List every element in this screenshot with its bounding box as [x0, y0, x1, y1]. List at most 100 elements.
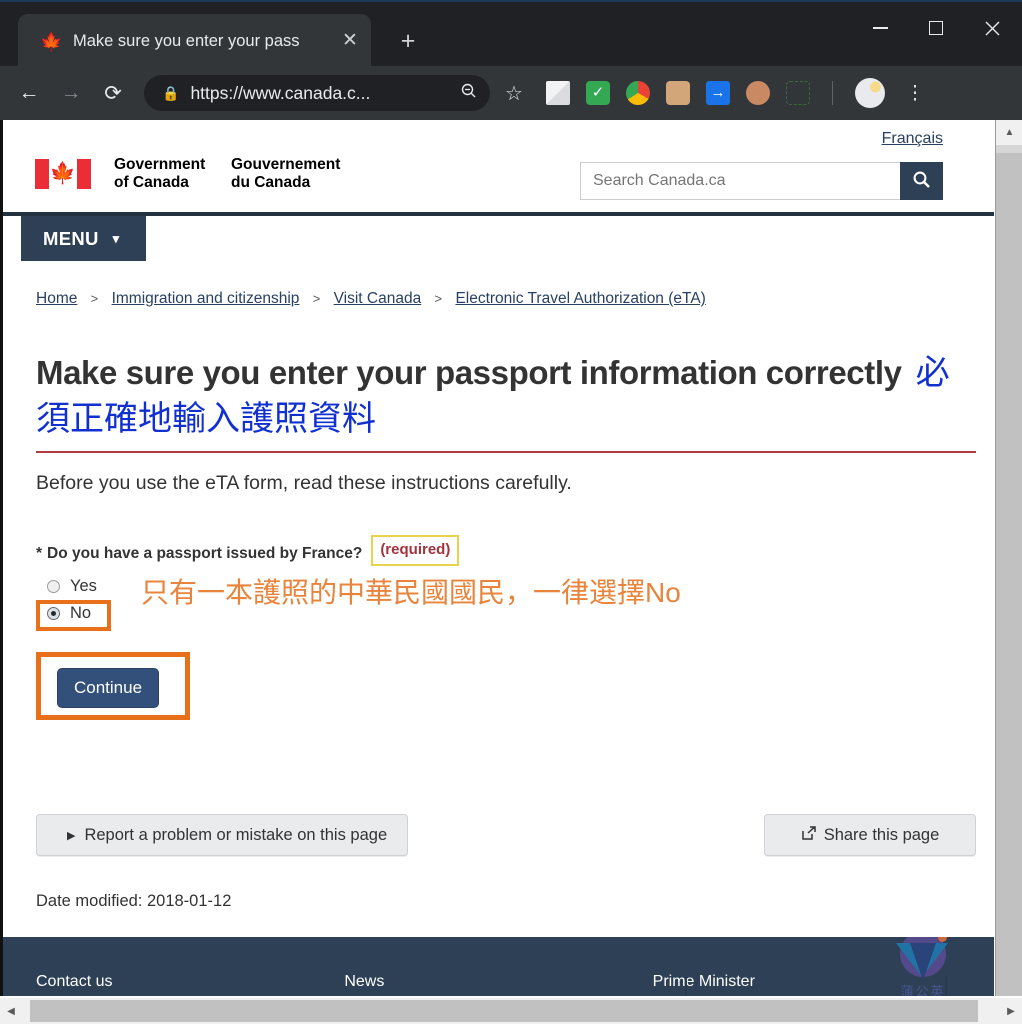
chrome-profile-extension-icon[interactable]: [626, 81, 650, 105]
docs-extension-icon[interactable]: [546, 81, 570, 105]
minimize-icon: [872, 27, 888, 29]
wordmark-fr-line1: Gouvernement: [231, 156, 341, 173]
scroll-up-button[interactable]: ▲: [996, 120, 1022, 145]
wordmark-fr-line2: du Canada: [231, 174, 311, 191]
page-lede: Before you use the eTA form, read these …: [36, 472, 572, 494]
passport-question-block: * Do you have a passport issued by Franc…: [36, 535, 961, 720]
share-icon: [801, 825, 816, 845]
x-icon: [985, 21, 999, 35]
watermark-logo: 蒲公英: [886, 937, 960, 998]
scroll-left-button[interactable]: ◀: [0, 998, 22, 1024]
browser-window: 🍁 Make sure you enter your pass ✕ + ← → …: [0, 0, 1022, 1024]
question-text: Do you have a passport issued by France?: [47, 544, 363, 562]
share-page-label: Share this page: [823, 825, 940, 844]
radio-group: Yes No 只有一本護照的中華民國國民，一律選擇No: [36, 575, 961, 631]
reload-button[interactable]: ⟳: [94, 74, 132, 112]
new-tab-button[interactable]: +: [392, 26, 424, 58]
window-close-button[interactable]: [964, 2, 1020, 54]
language-toggle-link[interactable]: Français: [882, 130, 943, 148]
export-extension-icon[interactable]: →: [706, 81, 730, 105]
radio-no-icon[interactable]: [47, 606, 60, 620]
close-icon[interactable]: ✕: [339, 30, 361, 52]
page-title-text: Make sure you enter your passport inform…: [36, 354, 902, 391]
wordmark-text: Government of Canada Gouvernement du Can…: [114, 156, 340, 192]
lock-icon: 🔒: [162, 84, 180, 101]
site-footer: 蒲公英 Contact us Departments and agencies …: [3, 937, 994, 998]
radio-yes-label: Yes: [70, 576, 97, 595]
breadcrumb-separator: >: [90, 291, 99, 306]
mail-extension-icon[interactable]: ✓: [586, 81, 610, 105]
breadcrumb-item-visit-canada[interactable]: Visit Canada: [334, 290, 422, 307]
face-extension-icon[interactable]: [746, 81, 770, 105]
scroll-right-button[interactable]: ▶: [1000, 998, 1022, 1024]
search-input[interactable]: [580, 162, 900, 200]
wordmark-en-line2: of Canada: [114, 174, 189, 191]
menu-button-label: MENU: [43, 227, 99, 249]
main-content: Make sure you enter your passport inform…: [3, 350, 994, 911]
toolbar-divider: [832, 81, 833, 105]
date-modified: Date modified: 2018-01-12: [36, 892, 232, 910]
footer-link-contact-us[interactable]: Contact us: [36, 973, 344, 991]
breadcrumb-separator: >: [434, 291, 443, 306]
radio-cjk-annotation: 只有一本護照的中華民國國民，一律選擇No: [141, 571, 681, 611]
page-action-buttons: ▶ Report a problem or mistake on this pa…: [36, 814, 976, 856]
triangle-right-icon: ▶: [67, 829, 76, 842]
address-bar[interactable]: 🔒 https://www.canada.c...: [144, 75, 490, 111]
radio-yes-icon[interactable]: [47, 579, 60, 593]
forward-button[interactable]: →: [52, 74, 90, 112]
continue-button-wrap: Continue: [36, 652, 190, 720]
extensions-bar: ✓ → ⋮: [546, 78, 929, 108]
canada-flag-icon: 🍁: [35, 159, 91, 189]
question-label: * Do you have a passport issued by Franc…: [36, 535, 961, 566]
site-header: Français 🍁 Government of Canada Gouverne…: [3, 120, 994, 212]
breadcrumb-item-home[interactable]: Home: [36, 290, 77, 307]
radio-no-label: No: [70, 603, 92, 622]
horizontal-scrollbar-track[interactable]: [22, 998, 1000, 1024]
breadcrumb: Home > Immigration and citizenship > Vis…: [3, 264, 994, 308]
report-problem-button[interactable]: ▶ Report a problem or mistake on this pa…: [36, 814, 408, 856]
search-button[interactable]: [900, 162, 943, 200]
breadcrumb-item-eta[interactable]: Electronic Travel Authorization (eTA): [455, 290, 705, 307]
required-text: (required): [380, 541, 451, 558]
vertical-scrollbar[interactable]: ▲: [995, 120, 1022, 998]
maximize-icon: [929, 21, 943, 35]
browser-toolbar: ← → ⟳ 🔒 https://www.canada.c... ☆ ✓ → ⋮: [0, 66, 1022, 120]
menu-bar: MENU ▾: [3, 216, 994, 264]
continue-button[interactable]: Continue: [57, 668, 160, 708]
site-search[interactable]: [580, 162, 943, 200]
maple-leaf-icon: 🍁: [40, 31, 63, 52]
box-extension-icon[interactable]: [666, 81, 690, 105]
breadcrumb-item-immigration[interactable]: Immigration and citizenship: [112, 290, 300, 307]
required-asterisk: *: [36, 544, 43, 562]
menu-button[interactable]: MENU ▾: [21, 216, 146, 261]
back-button[interactable]: ←: [10, 74, 48, 112]
breadcrumb-separator: >: [312, 291, 321, 306]
required-highlight-box: (required): [371, 535, 460, 566]
tab-title: Make sure you enter your pass: [73, 31, 300, 50]
radio-cjk-annotation-text: 只有一本護照的中華民國國民，一律選擇: [141, 577, 646, 608]
browser-tab[interactable]: 🍁 Make sure you enter your pass ✕: [18, 14, 371, 68]
window-maximize-button[interactable]: [908, 2, 964, 54]
avatar[interactable]: [855, 78, 885, 108]
browser-menu-icon[interactable]: ⋮: [901, 84, 929, 103]
footer-columns: Contact us Departments and agencies News…: [36, 973, 961, 998]
horizontal-scrollbar[interactable]: ◀ ▶: [0, 998, 1022, 1024]
footer-link-news[interactable]: News: [344, 973, 652, 991]
horizontal-scrollbar-thumb[interactable]: [30, 1000, 978, 1022]
footer-column: Contact us Departments and agencies: [36, 973, 344, 998]
footer-column: News Treaties, laws and regulations: [344, 973, 652, 998]
address-bar-url: https://www.canada.c...: [190, 82, 371, 103]
tower-spire-decoration: [685, 975, 687, 998]
page-title: Make sure you enter your passport inform…: [36, 350, 976, 453]
page-content: Français 🍁 Government of Canada Gouverne…: [0, 120, 994, 998]
vertical-scrollbar-thumb[interactable]: [996, 145, 1022, 153]
bookmark-star-icon[interactable]: ☆: [494, 81, 534, 106]
page-viewport: Français 🍁 Government of Canada Gouverne…: [0, 120, 1022, 1024]
zoom-out-icon[interactable]: [454, 82, 482, 104]
search-icon: [913, 171, 930, 188]
capture-extension-icon[interactable]: [786, 81, 810, 105]
share-page-button[interactable]: Share this page: [764, 814, 976, 856]
window-minimize-button[interactable]: [852, 2, 908, 54]
browser-titlebar: 🍁 Make sure you enter your pass ✕ +: [0, 0, 1022, 68]
wordmark-en-line1: Government: [114, 156, 206, 173]
